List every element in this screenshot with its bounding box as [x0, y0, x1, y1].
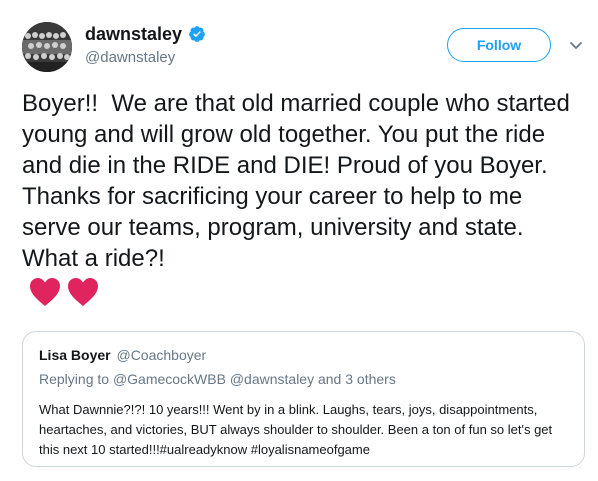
author-handle[interactable]: @dawnstaley: [85, 48, 175, 68]
author-avatar[interactable]: [22, 22, 72, 72]
quoted-author-handle[interactable]: @Coachboyer: [116, 347, 206, 363]
quoted-tweet-text: What Dawnnie?!?! 10 years!!! Went by in …: [39, 402, 553, 457]
heart-icon: [68, 278, 98, 306]
chevron-down-icon[interactable]: [566, 36, 586, 56]
quoted-tweet-header: Lisa Boyer @Coachboyer: [39, 346, 206, 364]
team-photo-avatar-icon: [22, 22, 72, 72]
verified-badge-icon: [189, 26, 205, 42]
heart-emoji-group: [28, 276, 100, 308]
heart-icon: [30, 278, 60, 306]
author-name[interactable]: dawnstaley: [85, 22, 206, 46]
replying-to-line: Replying to @GamecockWBB @dawnstaley and…: [39, 370, 396, 388]
replying-to-others[interactable]: and 3 others: [318, 371, 396, 387]
tweet-card: dawnstaley @dawnstaley Follow Boyer!! We…: [0, 0, 598, 481]
replying-to-prefix: Replying to: [39, 371, 110, 387]
replying-to-mentions[interactable]: @GamecockWBB @dawnstaley: [113, 371, 314, 387]
tweet-text: Boyer!! We are that old married couple w…: [22, 90, 577, 272]
quoted-tweet[interactable]: Lisa Boyer @Coachboyer Replying to @Game…: [22, 331, 585, 467]
follow-button[interactable]: Follow: [447, 28, 551, 62]
quoted-author-name[interactable]: Lisa Boyer: [39, 347, 111, 363]
author-name-text: dawnstaley: [85, 24, 183, 44]
